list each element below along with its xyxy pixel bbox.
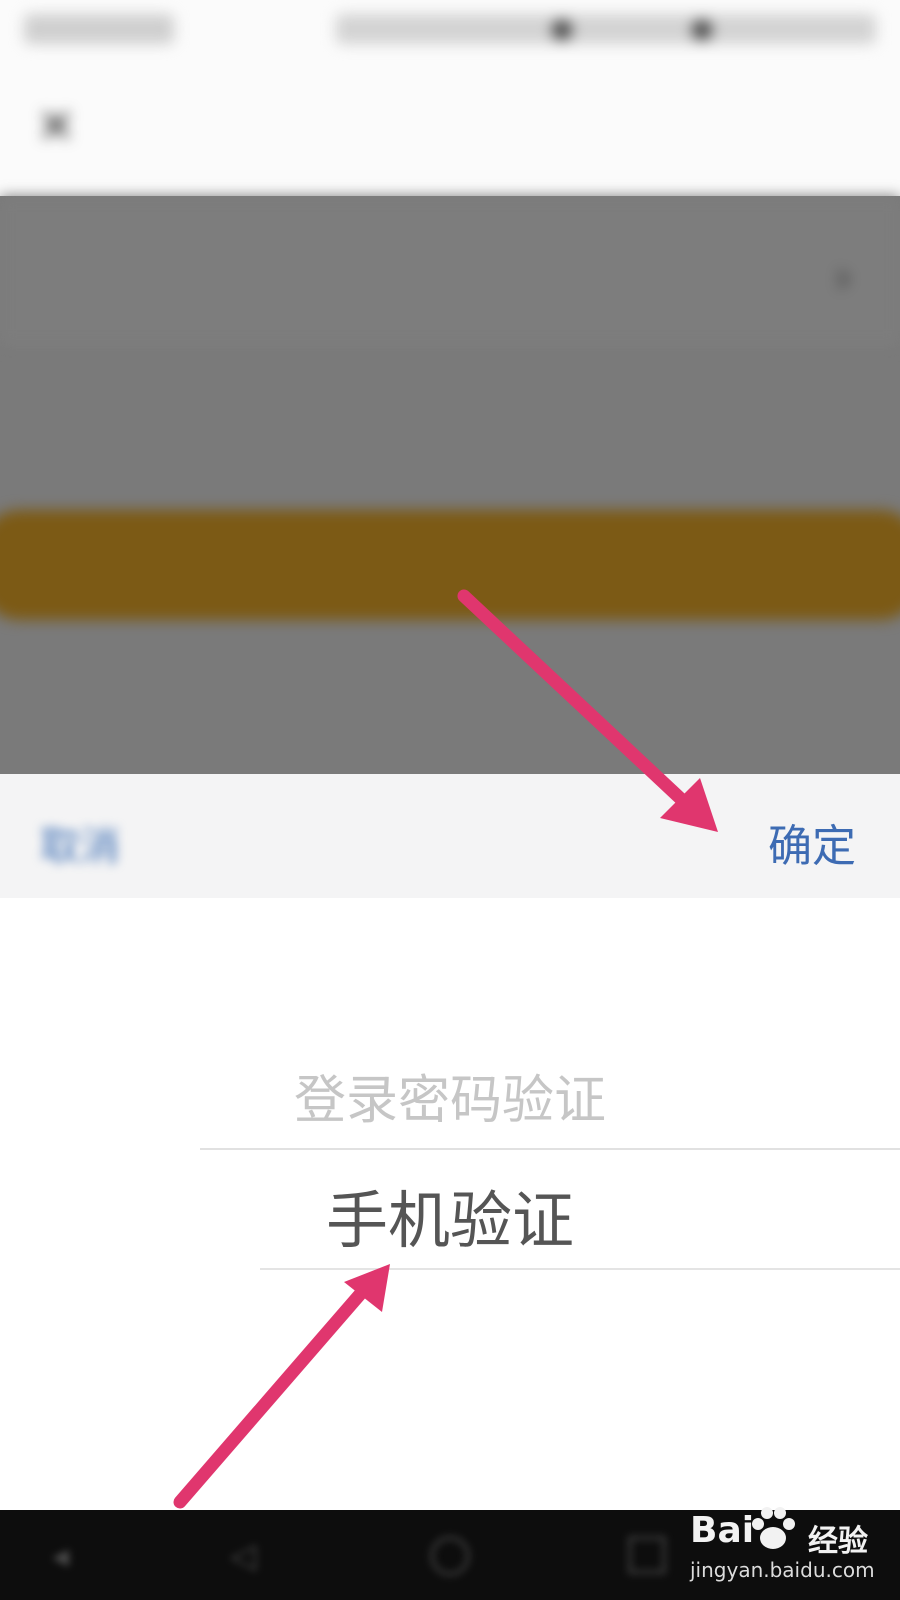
- status-bar: [0, 0, 900, 64]
- picker-option-password[interactable]: 登录密码验证: [0, 1058, 900, 1133]
- next-button[interactable]: [0, 510, 900, 620]
- watermark-suffix: 经验: [808, 1524, 868, 1559]
- selection-divider-top: [200, 1148, 900, 1150]
- picker-option-phone-selected[interactable]: 手机验证: [0, 1170, 900, 1260]
- watermark-brand: Bai: [690, 1510, 755, 1551]
- confirm-button[interactable]: 确定: [768, 810, 856, 874]
- selection-divider-bottom: [260, 1268, 900, 1270]
- share-icon[interactable]: ◁: [230, 1536, 270, 1576]
- home-icon[interactable]: [430, 1536, 470, 1576]
- watermark-url: jingyan.baidu.com: [690, 1558, 875, 1582]
- recents-icon[interactable]: [628, 1536, 666, 1574]
- baidu-jingyan-watermark: Bai 经验 jingyan.baidu.com: [690, 1504, 890, 1596]
- picker-toolbar: 取消 确定: [0, 774, 900, 898]
- verify-method-row[interactable]: ›: [0, 196, 900, 346]
- back-icon[interactable]: ◂: [52, 1536, 92, 1576]
- title-bar: ✕: [0, 64, 900, 196]
- status-dot-icon: [692, 20, 712, 40]
- dimmed-page-content: ›: [0, 196, 900, 774]
- paw-icon: [752, 1507, 795, 1549]
- status-dot-icon: [552, 20, 572, 40]
- chevron-right-icon: ›: [834, 252, 852, 303]
- picker-wheel[interactable]: 登录密码验证 手机验证: [0, 898, 900, 1510]
- status-icons: [336, 14, 876, 44]
- close-icon[interactable]: ✕: [36, 103, 76, 149]
- cancel-button[interactable]: 取消: [40, 814, 120, 872]
- carrier-text: [24, 14, 174, 44]
